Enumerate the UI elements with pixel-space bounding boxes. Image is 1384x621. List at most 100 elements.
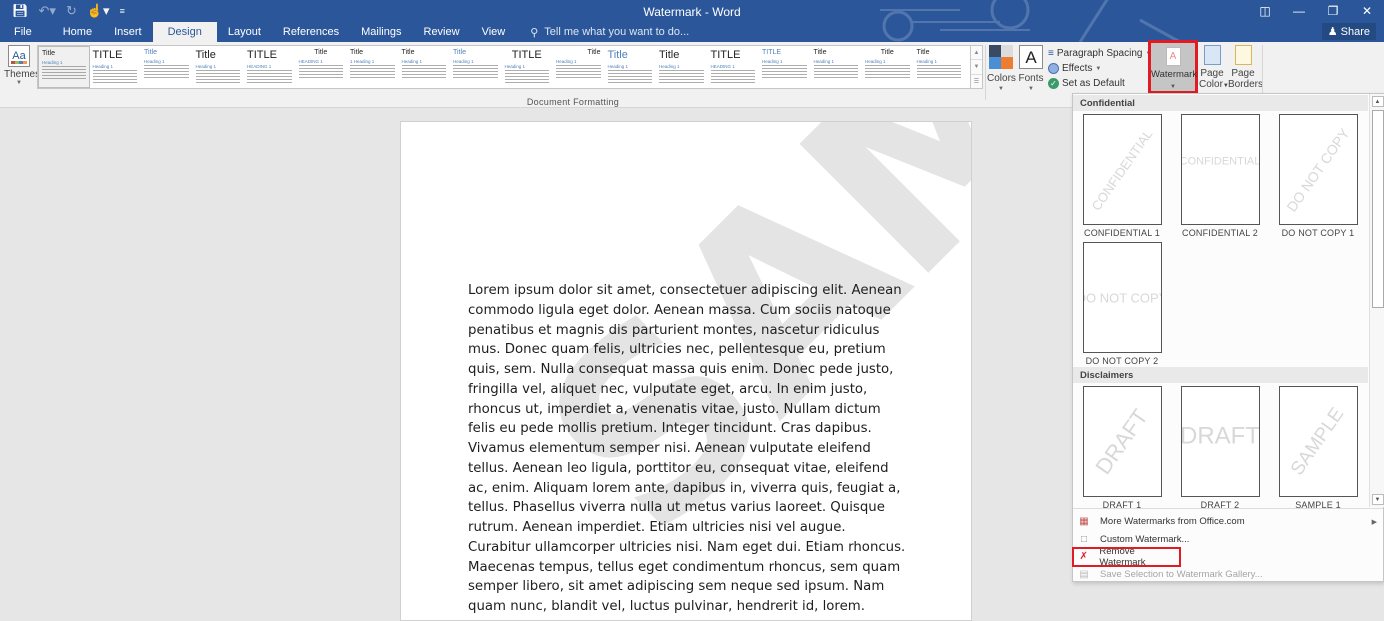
set-as-default-button[interactable]: ✓ Set as Default (1048, 76, 1151, 91)
watermark-option-confidential-2[interactable]: CONFIDENTIAL CONFIDENTIAL 2 (1172, 114, 1268, 238)
scroll-down-icon[interactable]: ▼ (971, 60, 982, 75)
page-borders-button[interactable]: Page Borders (1228, 45, 1264, 90)
preview-text: DO NOT COPY (1283, 124, 1353, 215)
style-set-thumb[interactable]: Title Heading 1 (862, 46, 914, 88)
style-set-title: Title (453, 49, 466, 56)
undo-icon[interactable]: ↶▾ (39, 3, 56, 19)
watermark-option-sample-1[interactable]: SAMPLE SAMPLE 1 (1270, 386, 1366, 510)
scroll-up-icon[interactable]: ▲ (1371, 96, 1384, 107)
style-set-body-lines (195, 70, 240, 84)
style-set-title: Title (916, 49, 930, 56)
scroll-down-icon[interactable]: ▼ (1371, 494, 1384, 505)
remove-watermark-item[interactable]: ✗ Remove Watermark (1072, 546, 1181, 568)
page-color-button[interactable]: Page Color▼ (1199, 45, 1229, 92)
document-body-text[interactable]: Lorem ipsum dolor sit amet, consectetuer… (468, 281, 910, 617)
style-set-thumb[interactable]: Title Heading 1 (399, 46, 451, 88)
more-icon[interactable]: ☰ (971, 75, 982, 88)
share-button[interactable]: ♟ Share (1321, 23, 1376, 40)
style-set-thumb[interactable]: Title Heading 1 (605, 46, 657, 88)
style-set-thumb[interactable]: TITLE HEADING 1 (244, 46, 296, 88)
style-set-title: Title (587, 49, 601, 56)
preview-text: CONFIDENTIAL (1180, 155, 1260, 168)
page-color-label: Page (1200, 68, 1224, 79)
style-set-body-lines (916, 65, 961, 79)
group-label-document-formatting: Document Formatting (526, 97, 620, 107)
style-set-thumb[interactable]: Title Heading 1 (656, 46, 708, 88)
more-watermarks-label: More Watermarks from Office.com (1100, 516, 1245, 528)
ribbon-display-options-icon[interactable]: ◫ (1248, 0, 1282, 22)
section-header-disclaimers: Disclaimers (1073, 367, 1368, 383)
style-set-thumb[interactable]: Title Heading 1 (553, 46, 605, 88)
gallery-scrollbar[interactable]: ▲ ▼ (1369, 94, 1384, 507)
page-borders-label: Page (1231, 68, 1255, 79)
style-set-title: Title (350, 49, 363, 56)
style-set-thumb[interactable]: Title HEADING 1 (296, 46, 348, 88)
tab-layout[interactable]: Layout (217, 22, 272, 42)
style-set-title: Title (144, 49, 157, 56)
style-set-thumb[interactable]: Title Heading 1 (450, 46, 502, 88)
watermark-preview: DRAFT (1180, 386, 1260, 497)
page-borders-label-2: Borders (1228, 79, 1264, 90)
preview-text: CONFIDENTIAL (1088, 126, 1156, 213)
background-decoration (880, 0, 1181, 42)
watermark-button[interactable]: A Watermark ▼ (1148, 40, 1198, 94)
minimize-icon[interactable]: — (1282, 0, 1316, 22)
style-set-thumb[interactable]: TITLE Heading 1 (759, 46, 811, 88)
colors-button[interactable]: Colors ▼ (987, 45, 1016, 95)
style-set-title: TITLE (710, 49, 741, 61)
tab-file[interactable]: File (0, 22, 52, 42)
page-color-icon (1203, 45, 1221, 65)
watermark-option-do-not-copy-1[interactable]: DO NOT COPY DO NOT COPY 1 (1270, 114, 1366, 238)
chevron-down-icon: ▼ (1028, 86, 1034, 92)
tab-view[interactable]: View (471, 22, 517, 42)
watermark-option-draft-1[interactable]: DRAFT DRAFT 1 (1074, 386, 1170, 510)
style-set-thumb[interactable]: Title Heading 1 (141, 46, 193, 88)
style-set-heading: HEADING 1 (710, 64, 735, 69)
restore-icon[interactable]: ❐ (1316, 0, 1350, 22)
page-color-label-2: Color (1199, 79, 1223, 90)
effects-button[interactable]: Effects ▼ (1048, 61, 1151, 76)
style-set-thumb[interactable]: TITLE Heading 1 (502, 46, 554, 88)
touch-mode-icon[interactable]: ☝▾ (87, 3, 110, 19)
preview-text: SAMPLE (1286, 403, 1349, 479)
paragraph-spacing-button[interactable]: ≡ Paragraph Spacing ▼ (1048, 46, 1151, 61)
tab-references[interactable]: References (272, 22, 350, 42)
more-watermarks-item[interactable]: ▦ More Watermarks from Office.com ▶ (1073, 513, 1383, 531)
watermark-option-do-not-copy-2[interactable]: DO NOT COPY DO NOT COPY 2 (1074, 242, 1170, 366)
watermark-option-confidential-1[interactable]: CONFIDENTIAL CONFIDENTIAL 1 (1074, 114, 1170, 238)
scrollbar-thumb[interactable] (1372, 110, 1384, 308)
submenu-arrow-icon: ▶ (1371, 518, 1377, 526)
fonts-button[interactable]: A Fonts ▼ (1017, 45, 1045, 95)
themes-button[interactable]: Aa Themes ▼ (4, 45, 40, 86)
watermark-option-draft-2[interactable]: DRAFT DRAFT 2 (1172, 386, 1268, 510)
colors-label: Colors (987, 73, 1016, 84)
office-watermarks-icon: ▦ (1079, 516, 1089, 528)
style-set-heading: HEADING 1 (247, 64, 272, 69)
style-set-thumb[interactable]: TITLE Heading 1 (90, 46, 142, 88)
style-set-thumb[interactable]: Title 1 Heading 1 (347, 46, 399, 88)
close-icon[interactable]: ✕ (1350, 0, 1384, 22)
tab-design[interactable]: Design (152, 22, 217, 42)
style-set-thumb[interactable]: Title Heading 1 (38, 46, 90, 88)
customize-qat-icon[interactable]: ≡ (120, 6, 125, 16)
tab-review[interactable]: Review (413, 22, 471, 42)
style-set-title: Title (880, 49, 894, 56)
scroll-up-icon[interactable]: ▲ (971, 46, 982, 61)
tab-insert[interactable]: Insert (103, 22, 153, 42)
style-set-thumb[interactable]: Title Heading 1 (193, 46, 245, 88)
section-header-confidential: Confidential (1073, 95, 1368, 111)
tab-mailings[interactable]: Mailings (350, 22, 412, 42)
redo-icon[interactable]: ↻ (66, 3, 77, 19)
save-icon[interactable]: 💾︎ (12, 3, 29, 19)
divider (985, 45, 986, 100)
tell-me-box[interactable]: ⚲ Tell me what you want to do... (516, 22, 689, 42)
style-set-thumb[interactable]: Title Heading 1 (914, 46, 966, 88)
style-set-heading: Heading 1 (916, 59, 938, 64)
style-set-thumb[interactable]: TITLE HEADING 1 (708, 46, 760, 88)
gallery-scrollbar[interactable]: ▲ ▼ ☰ (971, 45, 983, 89)
tab-home[interactable]: Home (52, 22, 103, 42)
document-page[interactable]: SAMPLE Lorem ipsum dolor sit amet, conse… (400, 121, 972, 621)
style-set-body-lines (247, 70, 292, 84)
style-set-thumb[interactable]: Title Heading 1 (811, 46, 863, 88)
preview-text: DRAFT (1180, 421, 1260, 449)
